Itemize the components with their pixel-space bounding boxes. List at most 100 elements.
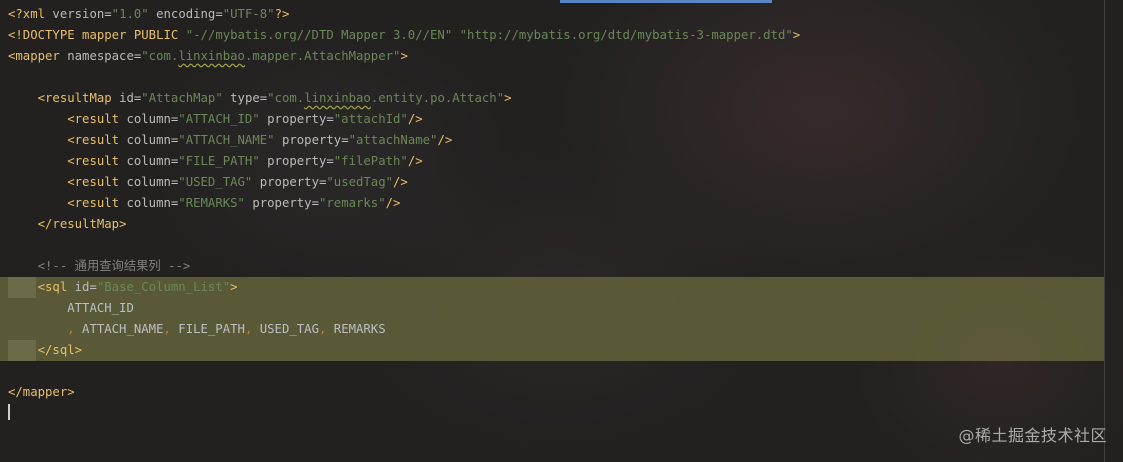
code-line-1[interactable]: <?xml version="1.0" encoding="UTF-8"?>: [0, 4, 1104, 25]
spelling-squiggle-word: linxinbao: [178, 49, 245, 63]
tag-close: />: [385, 196, 401, 210]
attr-value: "usedTag": [326, 175, 394, 189]
code-line-11[interactable]: </resultMap>: [0, 214, 1104, 235]
tag-close: >: [230, 280, 238, 294]
attr-value: "remarks": [318, 196, 386, 210]
tag-close: />: [393, 175, 408, 189]
code-line-4[interactable]: [0, 67, 1104, 88]
attr-value: "com.: [141, 49, 179, 63]
code-area[interactable]: <?xml version="1.0" encoding="UTF-8"?> <…: [0, 4, 1104, 403]
tag-close: />: [407, 154, 423, 168]
tag-open: <mapper: [8, 49, 60, 63]
code-line-13[interactable]: <!-- 通用查询结果列 -->: [0, 256, 1104, 277]
code-line-8[interactable]: <result column="FILE_PATH" property="fil…: [0, 151, 1104, 172]
tag-open: <resultMap: [37, 91, 112, 105]
attr-name: property: [274, 133, 342, 147]
code-line-15[interactable]: ATTACH_ID: [0, 298, 1104, 319]
code-line-18[interactable]: [0, 361, 1104, 382]
attr-value: "com.: [267, 91, 305, 105]
attr-value: .entity.po.Attach": [370, 91, 505, 105]
attr-value: "1.0": [111, 7, 149, 21]
code-line-16[interactable]: , ATTACH_NAME, FILE_PATH, USED_TAG, REMA…: [0, 319, 1104, 340]
code-line-5[interactable]: <resultMap id="AttachMap" type="com.linx…: [0, 88, 1104, 109]
attr-name: namespace: [59, 49, 134, 63]
indent-guide: [8, 277, 36, 298]
tag-close: />: [437, 133, 453, 147]
xml-comment: <!-- 通用查询结果列 -->: [37, 259, 191, 273]
tag-close: >: [504, 91, 512, 105]
equals: =: [89, 280, 97, 294]
code-line-10[interactable]: <result column="REMARKS" property="remar…: [0, 193, 1104, 214]
scroll-indicator: [560, 0, 772, 3]
code-line-9[interactable]: <result column="USED_TAG" property="used…: [0, 172, 1104, 193]
attr-name: column: [119, 196, 171, 210]
attr-value: "REMARKS": [178, 196, 245, 210]
attr-value: "Base_Column_List": [96, 280, 231, 294]
attr-value: "ATTACH_NAME": [178, 133, 275, 147]
attr-name: column: [119, 175, 171, 189]
attr-value: "FILE_PATH": [178, 154, 260, 168]
doctype-public-id: "-//mybatis.org//DTD Mapper 3.0//EN": [185, 28, 453, 42]
right-margin-guide: [1104, 0, 1105, 462]
equals: =: [311, 196, 319, 210]
tag-open: <result: [67, 154, 120, 168]
xml-declaration-close: ?>: [274, 7, 290, 21]
attr-name: column: [119, 133, 171, 147]
code-line-17[interactable]: </sql>: [0, 340, 1104, 361]
tag-close: />: [407, 112, 423, 126]
sql-column: ATTACH_ID: [67, 301, 134, 315]
equals: =: [215, 7, 223, 21]
attr-value: "USED_TAG": [178, 175, 253, 189]
attr-name: column: [119, 154, 171, 168]
attr-value: "AttachMap": [141, 91, 223, 105]
watermark: @稀土掘金技术社区: [958, 426, 1107, 445]
attr-name: type: [222, 91, 260, 105]
xml-declaration-open: <?xml: [8, 7, 46, 21]
sql-column: REMARKS: [326, 322, 386, 336]
code-line-3[interactable]: <mapper namespace="com.linxinbao.mapper.…: [0, 46, 1104, 67]
attr-name: property: [259, 112, 327, 126]
tag-end: </sql: [37, 343, 75, 357]
tag-end: </resultMap: [37, 217, 120, 231]
tag-close: >: [74, 343, 83, 357]
tag-open: <sql: [37, 280, 68, 294]
attr-value: "ATTACH_ID": [178, 112, 260, 126]
code-line-7[interactable]: <result column="ATTACH_NAME" property="a…: [0, 130, 1104, 151]
attr-value: .mapper.AttachMapper": [244, 49, 401, 63]
tag-close: >: [400, 49, 408, 63]
code-line-12[interactable]: [0, 235, 1104, 256]
attr-value: "filePath": [333, 154, 408, 168]
tag-open: <result: [67, 196, 120, 210]
attr-name: property: [244, 196, 312, 210]
attr-value: "attachName": [348, 133, 438, 147]
attr-name: encoding: [148, 7, 216, 21]
attr-name: id: [67, 280, 90, 294]
sql-column: ATTACH_NAME: [74, 322, 164, 336]
sql-column: FILE_PATH: [170, 322, 245, 336]
attr-name: property: [252, 175, 319, 189]
doctype-keyword: <!DOCTYPE: [8, 28, 75, 42]
code-line-6[interactable]: <result column="ATTACH_ID" property="att…: [0, 109, 1104, 130]
spelling-squiggle-word: linxinbao: [304, 91, 371, 105]
comma: ,: [67, 322, 75, 336]
equals: =: [326, 154, 334, 168]
code-editor[interactable]: <?xml version="1.0" encoding="UTF-8"?> <…: [0, 0, 1123, 462]
code-line-19[interactable]: </mapper>: [0, 382, 1104, 403]
code-line-14[interactable]: <sql id="Base_Column_List">: [0, 277, 1104, 298]
indent-guide: [8, 340, 36, 361]
attr-name: version: [45, 7, 105, 21]
code-line-2[interactable]: <!DOCTYPE mapper PUBLIC "-//mybatis.org/…: [0, 25, 1104, 46]
comma: ,: [163, 322, 171, 336]
attr-name: id: [111, 91, 134, 105]
tag-end: </mapper: [8, 385, 68, 399]
tag-open: <result: [67, 112, 120, 126]
